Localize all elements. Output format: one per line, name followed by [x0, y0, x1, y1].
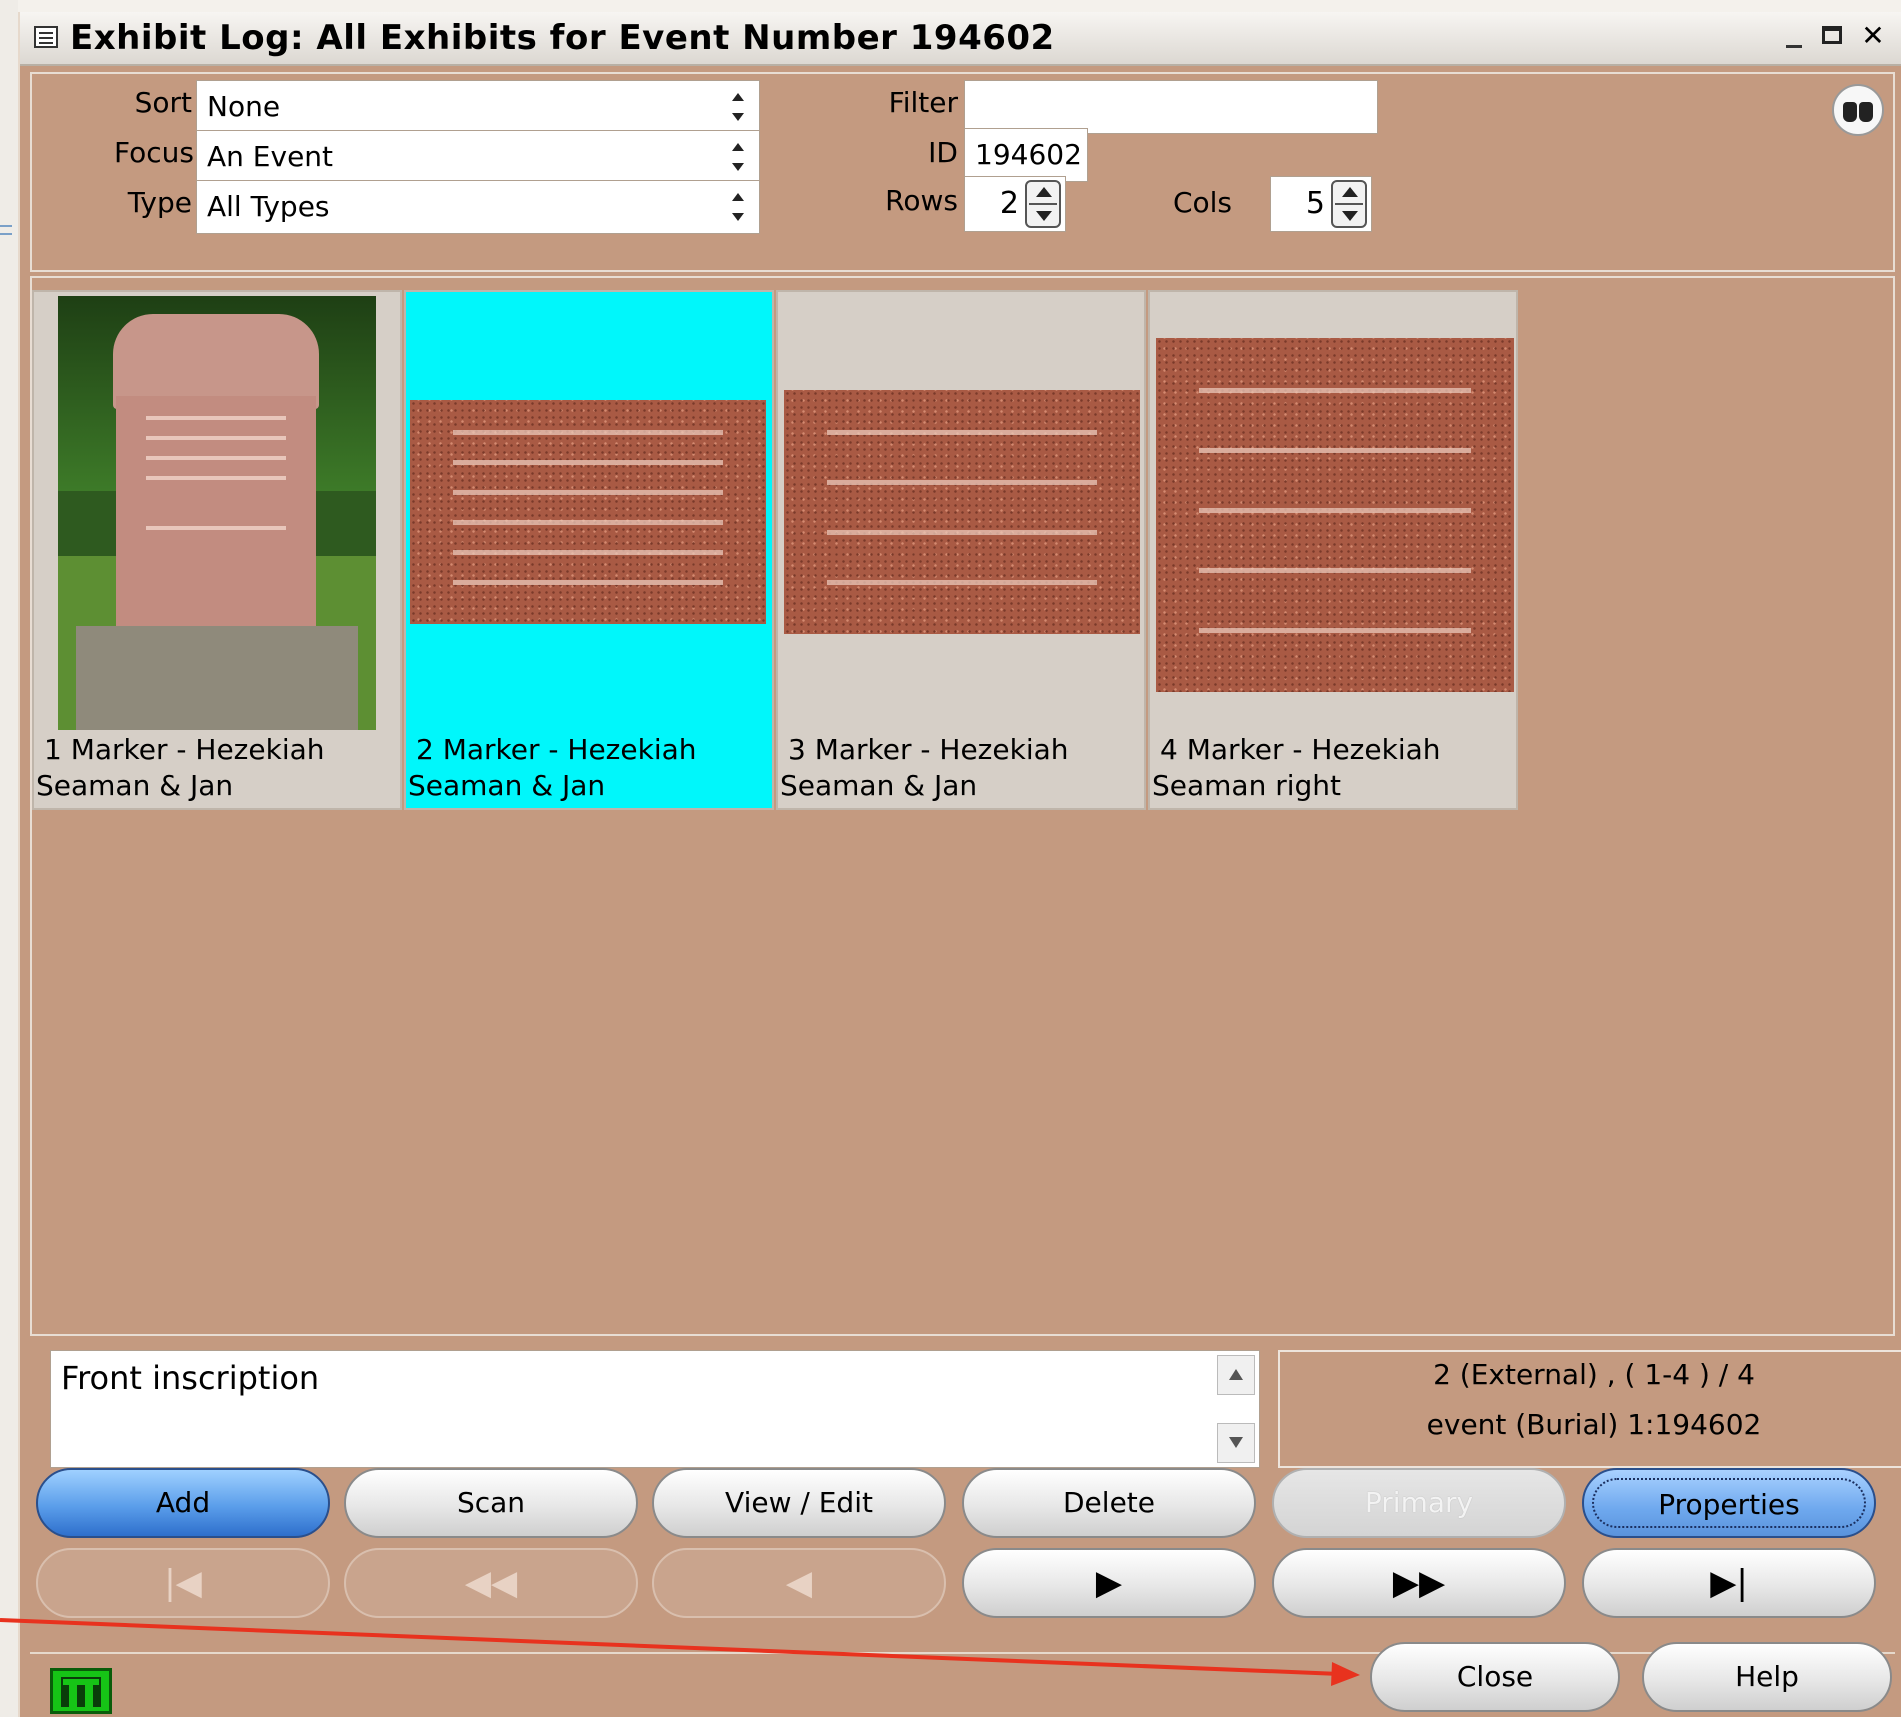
last-record-button[interactable]: ▶| [1582, 1548, 1876, 1618]
binoculars-icon[interactable] [1832, 84, 1884, 136]
description-text: Front inscription [61, 1359, 320, 1397]
cols-label: Cols [1172, 186, 1232, 219]
type-label: Type [127, 186, 192, 219]
exhibit-caption: 4 Marker - Hezekiah Seaman right [1152, 733, 1441, 802]
focus-label: Focus [114, 136, 194, 169]
focus-value: An Event [207, 140, 334, 173]
properties-button[interactable]: Properties [1582, 1468, 1876, 1538]
scroll-down-icon[interactable] [1217, 1423, 1255, 1463]
status-line-1: 2 (External) , ( 1-4 ) / 4 [1433, 1358, 1755, 1391]
exhibit-tile[interactable]: 1 Marker - Hezekiah Seaman & Jan [32, 290, 402, 810]
tree-chart-icon[interactable] [50, 1668, 112, 1714]
exhibit-caption: 1 Marker - Hezekiah Seaman & Jan [36, 733, 325, 802]
gravestone-photo [784, 390, 1140, 634]
fast-forward-icon: ▶▶ [1392, 1563, 1446, 1603]
exhibit-log-window: Exhibit Log: All Exhibits for Event Numb… [18, 12, 1901, 1717]
exhibit-tile-selected[interactable]: 2 Marker - Hezekiah Seaman & Jan [404, 290, 774, 810]
window-title: Exhibit Log: All Exhibits for Event Numb… [70, 18, 1055, 58]
close-button[interactable]: Close [1370, 1642, 1620, 1712]
left-gutter [0, 0, 18, 1717]
minimize-button[interactable] [1778, 20, 1812, 54]
delete-button[interactable]: Delete [962, 1468, 1256, 1538]
exhibit-tile[interactable]: 3 Marker - Hezekiah Seaman & Jan [776, 290, 1146, 810]
id-field[interactable]: 194602 [964, 128, 1088, 182]
scroll-up-icon[interactable] [1217, 1355, 1255, 1395]
previous-icon: ◀ [785, 1563, 813, 1603]
status-box: 2 (External) , ( 1-4 ) / 4 event (Burial… [1278, 1350, 1901, 1468]
exhibit-caption: 2 Marker - Hezekiah Seaman & Jan [408, 733, 697, 802]
first-record-button: |◀ [36, 1548, 330, 1618]
filter-input[interactable] [964, 80, 1378, 134]
controls-panel: Sort None Focus An Event Type All Types … [30, 72, 1895, 272]
exhibit-tile[interactable]: 4 Marker - Hezekiah Seaman right [1148, 290, 1518, 810]
type-select[interactable]: All Types [196, 180, 760, 234]
primary-button: Primary [1272, 1468, 1566, 1538]
last-icon: ▶| [1710, 1563, 1748, 1603]
gravestone-photo [58, 296, 376, 730]
updown-arrows-icon [731, 141, 745, 173]
previous-page-button: ◀◀ [344, 1548, 638, 1618]
sort-select[interactable]: None [196, 80, 760, 134]
view-edit-button[interactable]: View / Edit [652, 1468, 946, 1538]
sort-value: None [207, 90, 281, 123]
gravestone-photo [410, 400, 766, 624]
maximize-button[interactable] [1816, 20, 1850, 54]
type-value: All Types [207, 190, 330, 223]
updown-arrows-icon [731, 91, 745, 123]
id-label: ID [928, 136, 958, 169]
previous-button: ◀ [652, 1548, 946, 1618]
cols-spinner[interactable]: 5 [1270, 176, 1372, 232]
filter-label: Filter [888, 86, 958, 119]
scan-button[interactable]: Scan [344, 1468, 638, 1538]
gravestone-photo [1156, 338, 1514, 692]
exhibit-caption: 3 Marker - Hezekiah Seaman & Jan [780, 733, 1069, 802]
title-bar[interactable]: Exhibit Log: All Exhibits for Event Numb… [20, 12, 1901, 66]
spinner-arrows-icon[interactable] [1025, 180, 1061, 228]
gutter-marker [0, 225, 12, 235]
sort-label: Sort [134, 86, 192, 119]
footer-divider [30, 1652, 1895, 1654]
rows-spinner[interactable]: 2 [964, 176, 1066, 232]
description-textarea[interactable]: Front inscription [50, 1350, 1260, 1468]
exhibit-thumbnail-grid: 1 Marker - Hezekiah Seaman & Jan 2 Marke… [30, 276, 1895, 1336]
rewind-icon: ◀◀ [464, 1563, 518, 1603]
rows-label: Rows [885, 184, 958, 217]
add-button[interactable]: Add [36, 1468, 330, 1538]
cols-value: 5 [1305, 186, 1325, 221]
description-scrollbar[interactable] [1217, 1355, 1255, 1463]
updown-arrows-icon [731, 191, 745, 223]
status-line-2: event (Burial) 1:194602 [1426, 1408, 1762, 1441]
spinner-arrows-icon[interactable] [1331, 180, 1367, 228]
first-icon: |◀ [164, 1563, 202, 1603]
help-button[interactable]: Help [1642, 1642, 1892, 1712]
properties-label: Properties [1592, 1478, 1866, 1528]
focus-select[interactable]: An Event [196, 130, 760, 184]
next-button[interactable]: ▶ [962, 1548, 1256, 1618]
play-icon: ▶ [1095, 1563, 1123, 1603]
list-icon [34, 26, 58, 48]
rows-value: 2 [999, 186, 1019, 221]
next-page-button[interactable]: ▶▶ [1272, 1548, 1566, 1618]
close-window-button[interactable]: ✕ [1856, 20, 1890, 54]
